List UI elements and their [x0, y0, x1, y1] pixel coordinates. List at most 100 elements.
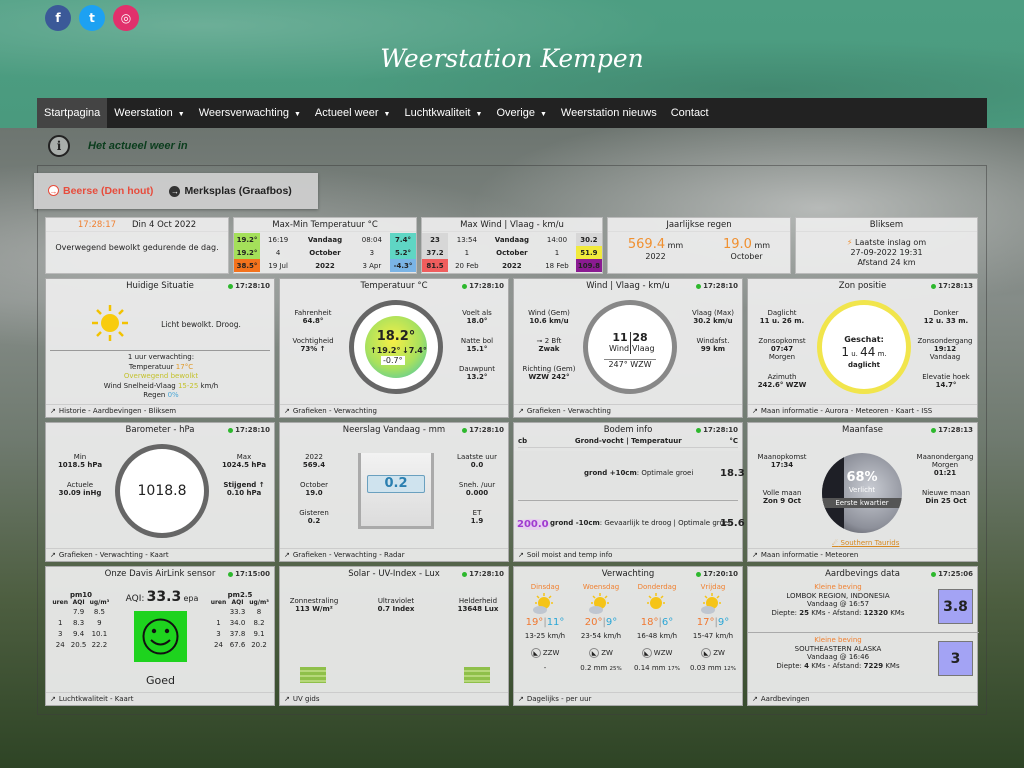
- card-footer-links[interactable]: Grafieken - Verwachting: [518, 407, 611, 415]
- forecast-day: Woensdag 20°|9° 23-54 km/h ◣ ZW 0.2 mm 25%: [573, 581, 629, 693]
- pm-cell: 8.2: [253, 618, 265, 627]
- card-footer-links[interactable]: Historie - Aardbevingen - Bliksem: [50, 407, 176, 415]
- earthquake-distance: 12320: [863, 608, 888, 617]
- pm-cell: 20.5: [70, 640, 87, 649]
- earthquake-time: Vandaag @ 16:46: [806, 653, 870, 661]
- pressure-main: 1018.8: [137, 483, 187, 499]
- card-neerslag: Neerslag Vandaag - mm 17:28:10 2022 569.4…: [279, 422, 509, 562]
- nav-item[interactable]: Weerstation nieuws: [554, 98, 664, 128]
- card-footer-links[interactable]: Aardbevingen: [752, 695, 810, 703]
- caret-down-icon: ▼: [539, 111, 547, 118]
- dewpoint-value: 13.2°: [466, 373, 488, 381]
- pm-row: 7.9 8.5: [51, 606, 111, 617]
- nav-item[interactable]: Weerstation ▼: [107, 98, 191, 128]
- stat-max: 81.5: [422, 259, 448, 272]
- card-footer-links[interactable]: Grafieken - Verwachting: [284, 407, 377, 415]
- stat-row: 19.2° 4 October 3 5.2°: [234, 246, 416, 259]
- card-footer-links[interactable]: Luchtkwaliteit - Kaart: [50, 695, 134, 703]
- forecast-day-name: Vrijdag: [700, 583, 726, 591]
- meteor-link[interactable]: ☄ Southern Taurids: [832, 539, 899, 547]
- instagram-icon[interactable]: ◎: [113, 5, 139, 31]
- stat-row: 23 13:54 Vandaag 14:00 30.2: [422, 233, 602, 246]
- info-label: Het actueel weer in: [88, 140, 188, 152]
- rain-last-hour: 0.0: [470, 461, 484, 469]
- card-footer-links[interactable]: Grafieken - Verwachting - Kaart: [50, 551, 169, 559]
- card-footer-links[interactable]: UV gids: [284, 695, 320, 703]
- forecast-day-name: Donderdag: [637, 583, 677, 591]
- card-footer-links[interactable]: Maan informatie - Meteoren: [752, 551, 858, 559]
- stat-max-time: 4: [275, 248, 281, 257]
- forecast-wind-dir: ZW: [601, 649, 613, 657]
- main-nav: Startpagina Weerstation ▼ Weersverwachting ▼…: [37, 98, 987, 128]
- air-quality-status: Goed: [145, 674, 175, 687]
- fahrenheit-value: 64.8°: [302, 317, 324, 325]
- card-footer-links[interactable]: Maan informatie - Aurora - Meteoren - Ka…: [752, 407, 932, 415]
- stat-min-time: 18 Feb: [545, 261, 569, 270]
- pm-row: 33.3 8: [209, 606, 271, 617]
- card-footer-links[interactable]: Soil moist and temp info: [518, 551, 613, 559]
- pressure-trend: Stijgend ↑: [223, 481, 265, 489]
- earthquake-magnitude: 3: [938, 641, 973, 676]
- wind-run-value: 99 km: [700, 345, 726, 353]
- card-wind: Wind | Vlaag - km/u 17:28:10 Wind (Gem) 1…: [513, 278, 743, 418]
- forecast-lo: 11°: [546, 617, 565, 628]
- nav-item[interactable]: Contact: [664, 98, 716, 128]
- location-tab-merksplas[interactable]: → Merksplas (Graafbos): [169, 185, 292, 197]
- card-footer-links[interactable]: Grafieken - Verwachting - Radar: [284, 551, 405, 559]
- nav-item[interactable]: Luchtkwaliteit ▼: [397, 98, 489, 128]
- card-verwachting: Verwachting 17:20:10 Dinsdag 19°|11° 13-25…: [513, 566, 743, 706]
- stat-period: Vandaag: [307, 235, 343, 244]
- nav-item[interactable]: Overige ▼: [489, 98, 553, 128]
- stat-min: 5.2°: [390, 246, 416, 259]
- facebook-icon[interactable]: f: [45, 5, 71, 31]
- elevation-value: 14.7°: [935, 381, 957, 389]
- soil-header: Grond-vocht | Temperatuur: [574, 437, 682, 445]
- pm-cell: 3: [216, 629, 221, 638]
- stat-max-time: 13:54: [456, 235, 477, 244]
- pm-title: pm2.5: [227, 591, 253, 599]
- wind-avg-value: 10.6 km/u: [529, 317, 569, 325]
- moon-illumination: 68%: [846, 470, 878, 485]
- soil-temp-2: 15.6: [720, 518, 745, 529]
- pm-title: pm10: [69, 591, 93, 599]
- gust-max-value: 30.2 km/u: [693, 317, 733, 325]
- nav-label: Weerstation: [114, 107, 173, 119]
- stat-min-time: 3 Apr: [362, 261, 382, 270]
- update-time: 17:15:00: [228, 570, 270, 578]
- forecast-wind: 16-48 km/h: [636, 632, 678, 640]
- earthquake-item[interactable]: Kleine beving LOMBOK REGION, INDONESIA Van…: [748, 583, 979, 633]
- wind-compass: 11 28 Wind Vlaag 247° WZW: [583, 300, 677, 394]
- card-bodem: Bodem info 17:28:10 cb Grond-vocht | Temp…: [513, 422, 745, 562]
- temperature-hi: ↑19.2°: [370, 346, 401, 355]
- pm-row: 24 67.6 20.2: [209, 639, 271, 650]
- rain-year: 569.4: [302, 461, 326, 469]
- smiley-face-icon: [134, 611, 187, 662]
- card-footer-links[interactable]: Dagelijks - per uur: [518, 695, 592, 703]
- meteor-icon: ☄: [832, 539, 839, 547]
- stat-min: 109.8: [575, 259, 602, 272]
- wind-bearing: 247° WZW: [604, 359, 656, 369]
- pm-cell: 37.8: [229, 629, 246, 638]
- pm-row: 3 9.4 10.1: [51, 628, 111, 639]
- update-time: 17:25:06: [931, 570, 973, 578]
- stat-row: 38.5° 19 Jul 2022 3 Apr -4.3°: [234, 259, 416, 272]
- forecast-wind: 15-47 km/h: [692, 632, 734, 640]
- daylight-value: 11 u. 26 m.: [759, 317, 805, 325]
- location-tab-beerse[interactable]: → Beerse (Den hout): [48, 185, 153, 197]
- solar-radiation-value: 113 W/m²: [295, 605, 333, 613]
- forecast-hi: 18°: [640, 617, 659, 628]
- info-icon[interactable]: i: [48, 135, 70, 157]
- sun-dial: Geschat: 1 u. 44 m. daglicht: [817, 300, 911, 394]
- card-zon: Zon positie 17:28:13 Daglicht 11 u. 26 m.…: [747, 278, 978, 418]
- forecast-wind: 23-54 km/h: [580, 632, 622, 640]
- nav-label: Startpagina: [44, 107, 101, 119]
- caret-down-icon: ▼: [475, 111, 483, 118]
- nav-item[interactable]: Startpagina: [37, 98, 108, 128]
- nav-item[interactable]: Weersverwachting ▼: [192, 98, 308, 128]
- forecast-lo: 9°: [605, 617, 618, 628]
- humidity-label: Vochtigheid: [292, 337, 334, 345]
- twitter-icon[interactable]: t: [79, 5, 105, 31]
- pm-cell: 9.4: [73, 629, 85, 638]
- nav-item[interactable]: Actueel weer ▼: [308, 98, 398, 128]
- earthquake-item[interactable]: Kleine beving SOUTHEASTERN ALASKA Vandaag …: [748, 633, 979, 683]
